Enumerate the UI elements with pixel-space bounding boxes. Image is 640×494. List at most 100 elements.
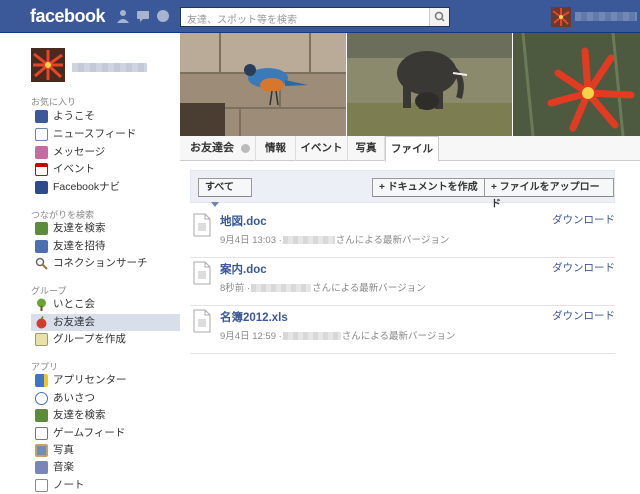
fb-icon	[35, 110, 48, 123]
sidebar-item-find-friends-app[interactable]: 友達を検索	[31, 407, 180, 424]
sidebar-item-label: 友達を招待	[53, 240, 106, 252]
music-icon	[35, 461, 48, 474]
tab-files[interactable]: ファイル	[385, 136, 439, 162]
sidebar-item-label: 写真	[53, 444, 74, 456]
sidebar-item-label: 音楽	[53, 461, 74, 473]
filter-label: すべて	[205, 182, 234, 193]
file-name[interactable]: 案内.doc	[220, 261, 267, 277]
sidebar-item-find-friends[interactable]: 友達を検索	[31, 220, 180, 237]
file-name[interactable]: 名簿2012.xls	[220, 309, 288, 325]
game-icon	[35, 427, 48, 440]
find-friends-icon	[35, 222, 48, 235]
event-icon	[35, 163, 48, 176]
create-group-icon	[35, 333, 48, 346]
download-link[interactable]: ダウンロード	[552, 260, 615, 275]
notifications-icon[interactable]	[156, 9, 170, 23]
group-name-tab[interactable]: お友達会	[180, 136, 256, 161]
sidebar-item-label: ようこそ	[53, 110, 95, 122]
user-avatar[interactable]	[551, 7, 571, 27]
group-tabs: お友達会 情報 イベント 写真 ファイル	[180, 136, 640, 162]
file-version-text: さんによる最新バージョン	[312, 283, 426, 294]
cover-photo-flower[interactable]	[513, 33, 640, 136]
profile-avatar[interactable]	[31, 48, 65, 82]
file-meta: 9月4日 13:03 · さんによる最新バージョン	[220, 232, 449, 246]
author-name[interactable]	[282, 332, 341, 341]
author-name[interactable]	[251, 284, 312, 293]
sidebar-item-label: いとこ会	[53, 298, 95, 310]
app-center-icon	[35, 374, 48, 387]
sidebar-item-group-itokokai[interactable]: いとこ会	[31, 296, 180, 313]
sidebar-item-create-group[interactable]: グループを作成	[31, 331, 180, 348]
sidebar-item-music[interactable]: 音楽	[31, 459, 180, 476]
messages-icon[interactable]	[136, 9, 150, 23]
tab-events[interactable]: イベント	[296, 136, 348, 161]
files-toolbar: すべて + ドキュメントを作成 + ファイルをアップロード	[190, 170, 615, 210]
message-icon	[35, 146, 48, 159]
download-link[interactable]: ダウンロード	[552, 212, 615, 227]
file-row: 案内.doc 8秒前 · さんによる最新バージョン ダウンロード	[190, 258, 615, 306]
sidebar-item-label: イベント	[53, 163, 95, 175]
sidebar-item-events[interactable]: イベント	[31, 161, 180, 178]
note-icon	[35, 479, 48, 492]
sidebar-item-label: 友達を検索	[53, 409, 106, 421]
file-meta: 9月4日 12:59 · さんによる最新バージョン	[220, 328, 455, 342]
tab-info[interactable]: 情報	[256, 136, 296, 161]
sidebar-item-game-feed[interactable]: ゲームフィード	[31, 425, 180, 442]
sidebar-item-messages[interactable]: メッセージ	[31, 144, 180, 161]
sidebar-item-navi[interactable]: Facebookナビ	[31, 179, 180, 196]
facebook-logo[interactable]: facebook	[30, 6, 106, 27]
document-icon	[193, 213, 211, 237]
sidebar-item-label: グループを作成	[53, 333, 126, 345]
sidebar-item-newsfeed[interactable]: ニュースフィード	[31, 126, 180, 143]
group-name: お友達会	[190, 142, 234, 154]
sidebar-item-invite[interactable]: 友達を招待	[31, 238, 180, 255]
file-date: 8秒前 ·	[220, 283, 251, 294]
photo-icon	[35, 444, 48, 457]
upload-file-button[interactable]: + ファイルをアップロード	[484, 178, 614, 210]
sidebar-item-poke[interactable]: あいさつ	[31, 390, 180, 407]
tree-icon	[37, 298, 46, 311]
sidebar-item-app-center[interactable]: アプリセンター	[31, 372, 180, 389]
sidebar-item-notes[interactable]: ノート	[31, 477, 180, 494]
file-row: 地図.doc 9月4日 13:03 · さんによる最新バージョン ダウンロード	[190, 210, 615, 258]
sidebar-item-label: ニュースフィード	[53, 128, 137, 140]
cover-photo-elephants[interactable]	[347, 33, 512, 136]
navi-icon	[35, 181, 48, 194]
sidebar-item-label: ゲームフィード	[53, 427, 126, 439]
sidebar-item-group-otomodachikai[interactable]: お友達会	[31, 314, 180, 331]
sidebar-item-label: 友達を検索	[53, 222, 106, 234]
top-bar: facebook 友達、スポット等を検索	[0, 0, 640, 33]
invite-icon	[35, 240, 48, 253]
settings-gear-icon[interactable]	[241, 143, 251, 153]
magnifier-icon	[35, 257, 48, 270]
search-input[interactable]: 友達、スポット等を検索	[180, 7, 450, 27]
friend-requests-icon[interactable]	[116, 9, 130, 23]
favorites-heading: お気に入り	[31, 97, 77, 107]
apple-icon	[36, 316, 47, 329]
file-version-text: さんによる最新バージョン	[341, 331, 456, 342]
sidebar-item-label: ノート	[53, 479, 85, 491]
left-sidebar: お気に入り ようこそ ニュースフィード メッセージ イベント Facebookナ…	[0, 33, 180, 492]
search-button[interactable]	[429, 8, 449, 26]
poke-icon	[35, 392, 48, 405]
sidebar-item-label: コネクションサーチ	[53, 257, 148, 269]
cover-photo-bird[interactable]	[180, 33, 346, 136]
filter-dropdown[interactable]: すべて	[198, 178, 252, 207]
file-version-text: さんによる最新バージョン	[335, 235, 450, 246]
sidebar-item-photos[interactable]: 写真	[31, 442, 180, 459]
file-row: 名簿2012.xls 9月4日 12:59 · さんによる最新バージョン ダウンロ…	[190, 306, 615, 354]
profile-name[interactable]	[72, 63, 147, 72]
sidebar-item-connection-search[interactable]: コネクションサーチ	[31, 255, 180, 272]
sidebar-item-label: Facebookナビ	[53, 181, 121, 193]
newsfeed-icon	[35, 128, 48, 141]
sidebar-item-label: メッセージ	[53, 146, 106, 158]
download-link[interactable]: ダウンロード	[552, 308, 615, 323]
tab-photos[interactable]: 写真	[348, 136, 385, 161]
create-document-button[interactable]: + ドキュメントを作成	[372, 178, 485, 197]
user-name[interactable]	[575, 12, 637, 21]
author-name[interactable]	[282, 236, 335, 245]
sidebar-item-label: あいさつ	[53, 392, 95, 404]
sidebar-item-welcome[interactable]: ようこそ	[31, 108, 180, 125]
sidebar-item-label: お友達会	[53, 316, 95, 328]
file-name[interactable]: 地図.doc	[220, 213, 267, 229]
